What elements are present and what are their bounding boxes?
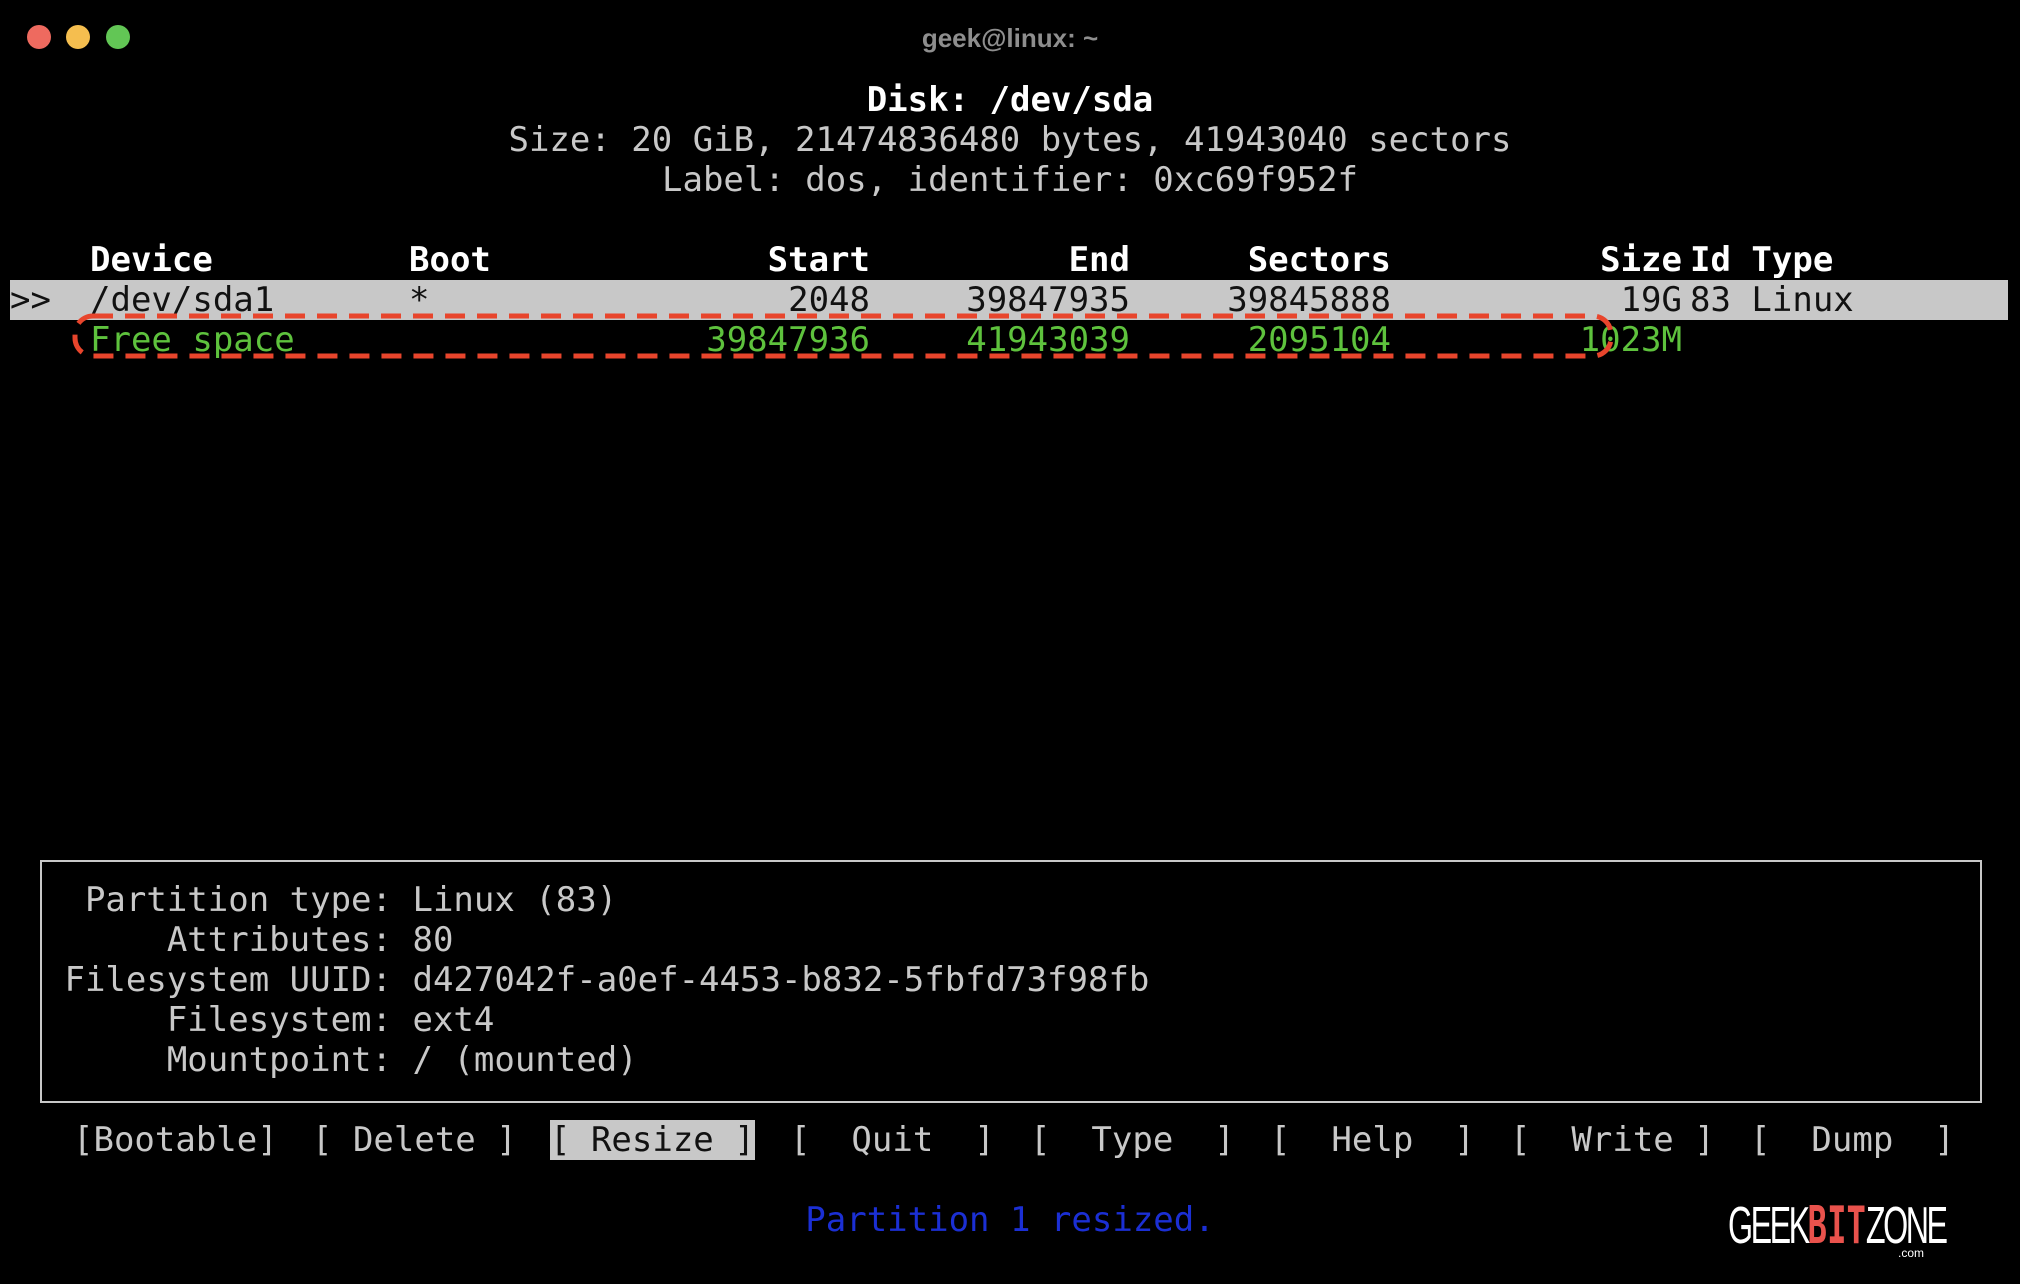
info-value: ext4	[412, 1000, 495, 1040]
action-menu: [Bootable] [ Delete ] [ Resize ] [ Quit …	[0, 1120, 2020, 1160]
info-mountpoint: Mountpoint: / (mounted)	[52, 1040, 638, 1080]
info-value: d427042f-a0ef-4453-b832-5fbfd73f98fb	[412, 960, 1150, 1000]
header-sectors: Sectors	[1247, 240, 1391, 280]
info-value: / (mounted)	[412, 1040, 638, 1080]
quit-button[interactable]: [ Quit ]	[790, 1120, 995, 1160]
header-start: Start	[767, 240, 870, 280]
disk-label-info: Label: dos, identifier: 0xc69f952f	[662, 160, 1358, 200]
header-size: Size	[1600, 240, 1682, 280]
info-key: Partition type:	[84, 880, 392, 920]
info-key: Mountpoint:	[166, 1040, 392, 1080]
partition-info-panel: Partition type: Linux (83) Attributes: 8…	[40, 860, 1982, 1103]
type-button[interactable]: [ Type ]	[1030, 1120, 1235, 1160]
help-button[interactable]: [ Help ]	[1270, 1120, 1475, 1160]
info-key: Filesystem UUID:	[64, 960, 392, 1000]
logo-part-geek: GEEK	[1728, 1197, 1810, 1255]
resize-button[interactable]: [ Resize ]	[550, 1120, 755, 1160]
info-attributes: Attributes: 80	[52, 920, 454, 960]
bootable-button[interactable]: [Bootable]	[73, 1120, 278, 1160]
dump-button[interactable]: [ Dump ]	[1750, 1120, 1955, 1160]
header-id-type: Id Type	[1690, 240, 1834, 280]
row-id-type: 83 Linux	[1690, 280, 1854, 320]
info-partition-type: Partition type: Linux (83)	[52, 880, 617, 920]
logo-part-bit: BIT	[1807, 1196, 1866, 1256]
header-device: Device	[90, 240, 213, 280]
header-end: End	[1068, 240, 1130, 280]
info-key: Filesystem:	[166, 1000, 392, 1040]
header-boot: Boot	[409, 240, 491, 280]
info-key: Attributes:	[166, 920, 392, 960]
disk-size-info: Size: 20 GiB, 21474836480 bytes, 4194304…	[508, 120, 1512, 160]
info-value: Linux (83)	[412, 880, 618, 920]
delete-button[interactable]: [ Delete ]	[312, 1120, 517, 1160]
info-value: 80	[412, 920, 454, 960]
table-header: Device Boot Start End Sectors Size Id Ty…	[10, 240, 2008, 280]
row-size: 19G	[1620, 280, 1682, 320]
logo-suffix: .com	[1898, 1246, 1925, 1260]
free-space-highlight-annotation	[72, 313, 1614, 359]
selection-pointer: >>	[10, 280, 51, 320]
write-button[interactable]: [ Write ]	[1510, 1120, 1715, 1160]
disk-title: Disk: /dev/sda	[866, 80, 1154, 120]
info-filesystem: Filesystem: ext4	[52, 1000, 495, 1040]
window-title: geek@linux: ~	[921, 23, 1099, 53]
status-message: Partition 1 resized.	[805, 1200, 1215, 1240]
info-filesystem-uuid: Filesystem UUID: d427042f-a0ef-4453-b832…	[52, 960, 1149, 1000]
